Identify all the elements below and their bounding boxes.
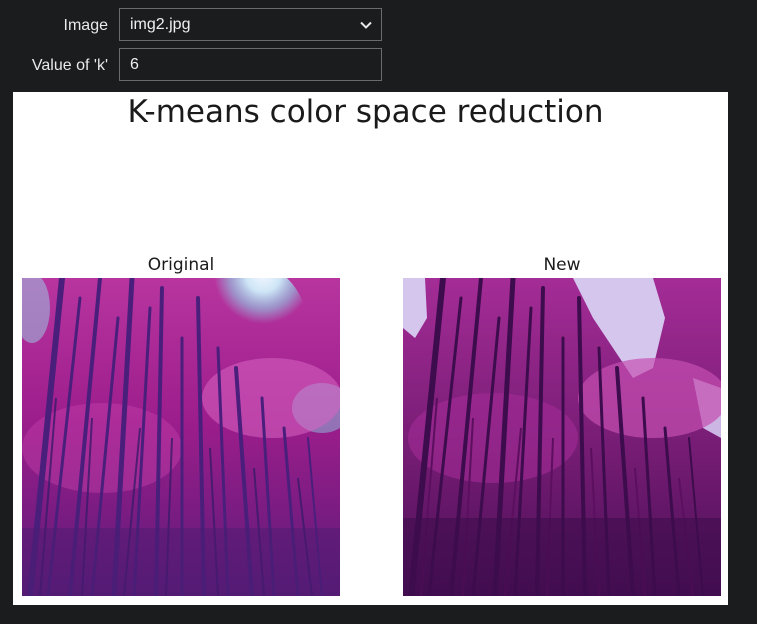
- image-select[interactable]: img2.jpg: [119, 8, 382, 41]
- original-image: [22, 278, 340, 596]
- figure-title: K-means color space reduction: [127, 94, 604, 130]
- k-row: Value of 'k' 6: [0, 48, 382, 83]
- new-title: New: [543, 255, 581, 275]
- image-label: Image: [63, 16, 108, 34]
- image-select-value: img2.jpg: [130, 15, 191, 33]
- image-row: Image img2.jpg: [0, 8, 382, 43]
- k-input[interactable]: 6: [119, 48, 382, 81]
- new-image: [403, 278, 721, 596]
- figure: K-means color space reduction Original N…: [13, 92, 728, 605]
- k-label: Value of 'k': [31, 56, 108, 74]
- k-input-value: 6: [130, 55, 139, 73]
- original-title: Original: [147, 255, 215, 275]
- chevron-down-icon: [360, 21, 372, 29]
